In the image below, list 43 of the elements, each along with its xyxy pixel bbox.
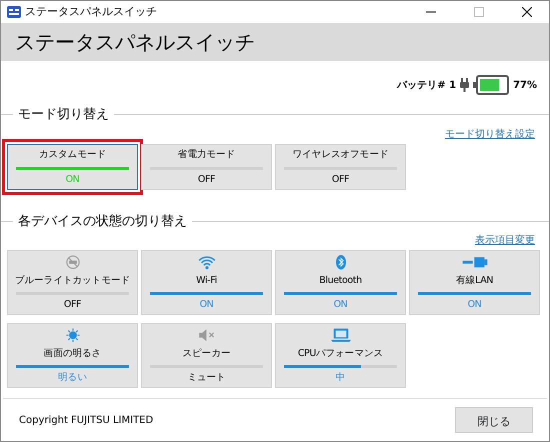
copyright-text: Copyright FUJITSU LIMITED	[19, 414, 154, 428]
tile-state: 明るい	[58, 370, 87, 385]
display-items-link[interactable]: 表示項目変更	[475, 235, 535, 246]
battery-icon	[473, 75, 510, 95]
mode-tile[interactable]: ワイヤレスオフモード OFF	[275, 144, 406, 190]
tile-label: スピーカー	[182, 346, 230, 360]
device-tile[interactable]: 画面の明るさ 明るい	[7, 323, 138, 388]
device-tile[interactable]: 有線LAN ON	[409, 250, 540, 315]
plug-icon	[460, 78, 470, 92]
tile-state: ON	[200, 298, 214, 312]
tile-label: Bluetooth	[319, 274, 362, 288]
tile-state: ON	[66, 172, 80, 186]
tile-state: OFF	[332, 172, 350, 186]
device-tile[interactable]: Bluetooth ON	[275, 250, 406, 315]
device-tile[interactable]: スピーカー ミュート	[141, 323, 272, 388]
tile-label: カスタムモード	[38, 148, 106, 162]
tile-state: ミュート	[187, 370, 226, 385]
mode-settings-link[interactable]: モード切り替え設定	[445, 128, 535, 140]
tile-label: ワイヤレスオフモード	[292, 148, 388, 162]
app-icon	[7, 6, 21, 18]
device-tile[interactable]: CPUパフォーマンス 中	[275, 323, 406, 388]
tile-state: ON	[334, 298, 348, 312]
mode-tile[interactable]: 省電力モード OFF	[141, 144, 272, 190]
window-title: ステータスパネルスイッチ	[25, 4, 157, 20]
tile-label: 有線LAN	[456, 274, 494, 288]
tile-state: OFF	[64, 298, 82, 312]
tile-state: ON	[468, 298, 482, 312]
device-tile[interactable]: ブルーライトカットモード OFF	[7, 250, 138, 315]
close-button[interactable]: 閉じる	[455, 407, 533, 433]
tile-label: Wi-Fi	[196, 274, 217, 288]
tile-label: 画面の明るさ	[44, 346, 102, 360]
tile-label: 省電力モード	[178, 148, 236, 162]
header-title: ステータスパネルスイッチ	[15, 29, 255, 56]
section-title: 各デバイスの状態の切り替え	[17, 212, 188, 230]
battery-label: バッテリ# 1	[397, 78, 456, 92]
tile-state: OFF	[198, 172, 216, 186]
device-tile[interactable]: Wi-Fi ON	[141, 250, 272, 315]
close-icon[interactable]	[522, 7, 532, 17]
tile-state: 中	[336, 370, 346, 385]
tile-label: ブルーライトカットモード	[14, 274, 130, 288]
battery-percent: 77%	[513, 78, 537, 92]
tile-label: CPUパフォーマンス	[298, 346, 384, 360]
section-title: モード切り替え	[17, 106, 110, 124]
